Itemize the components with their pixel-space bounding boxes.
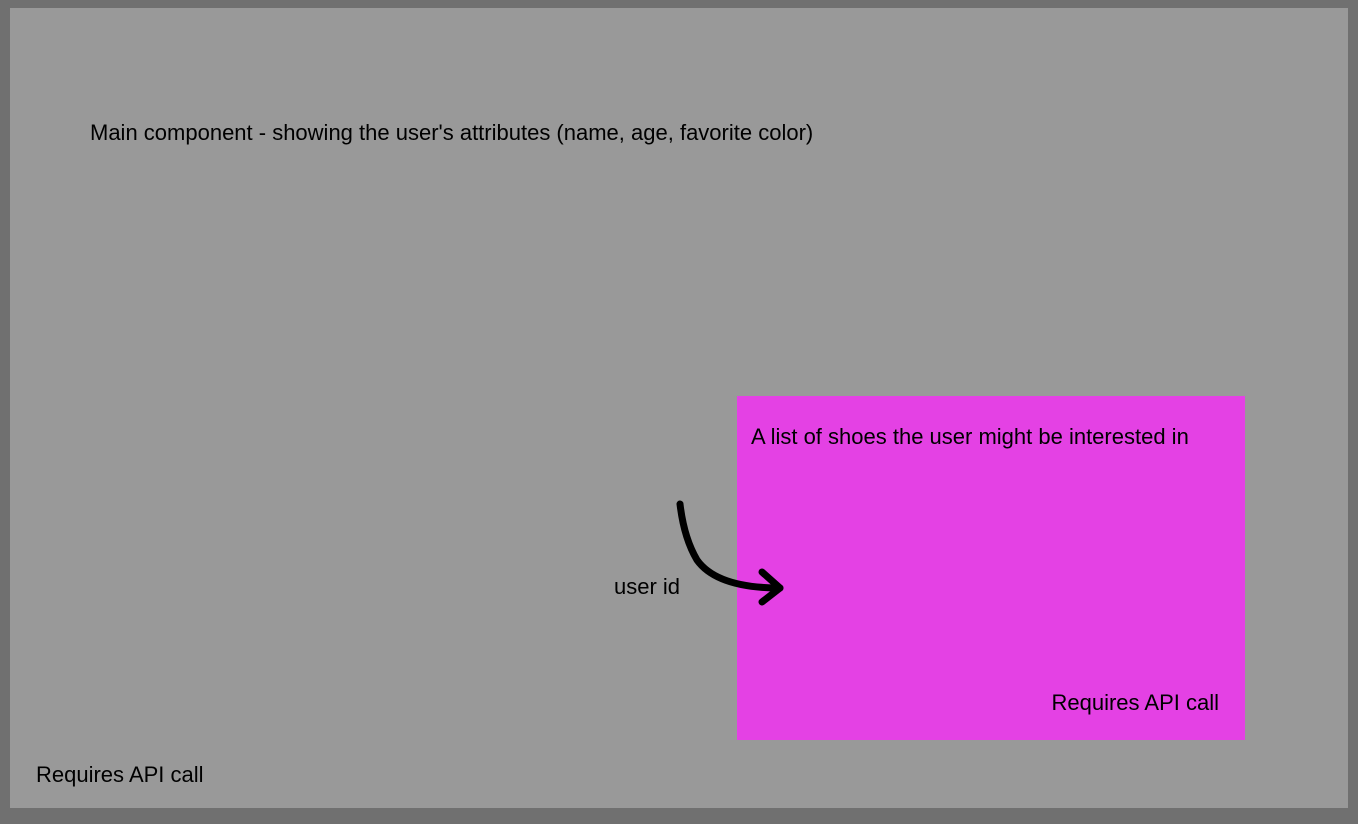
- main-component-box: Main component - showing the user's attr…: [10, 8, 1348, 808]
- child-component-title: A list of shoes the user might be intere…: [751, 424, 1189, 450]
- arrow-label: user id: [614, 574, 680, 600]
- main-component-footer: Requires API call: [36, 762, 204, 788]
- child-component-box: A list of shoes the user might be intere…: [737, 396, 1245, 740]
- child-component-footer: Requires API call: [1051, 690, 1219, 716]
- main-component-title: Main component - showing the user's attr…: [90, 120, 813, 146]
